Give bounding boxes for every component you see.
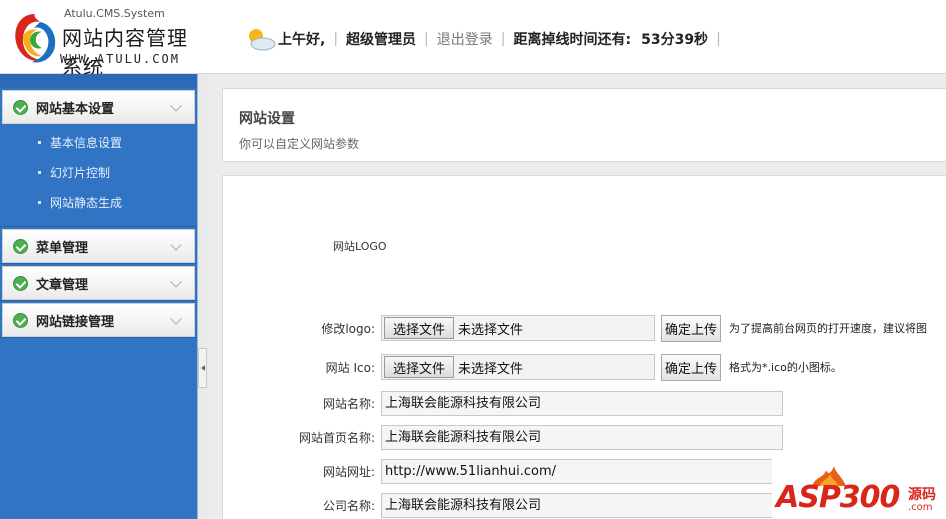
divider: | (424, 31, 429, 47)
logo-file-input[interactable]: 选择文件 未选择文件 (381, 315, 655, 341)
sidebar: 网站基本设置 基本信息设置 幻灯片控制 网站静态生成 菜单管理 文章管理 网站链… (0, 74, 198, 519)
check-circle-icon (13, 99, 28, 115)
page-title: 网站设置 (239, 111, 295, 127)
logo-system-text: Atulu.CMS.System (64, 7, 165, 20)
logo-swirl-icon (15, 14, 56, 63)
menu-head-label: 菜单管理 (36, 240, 89, 256)
menu-head-links[interactable]: 网站链接管理 (2, 303, 195, 337)
upload-ico-button[interactable]: 确定上传 (661, 353, 722, 381)
field-label: 网站网址: (322, 464, 375, 479)
form-row-site-name: 网站名称: 上海联会能源科技有限公司 (223, 389, 783, 417)
menu-group-articles: 文章管理 (0, 266, 197, 301)
welcome-bar: 上午好, | 超级管理员 | 退出登录 | 距离掉线时间还有: 53分39秒 | (244, 24, 729, 54)
field-label: 网站首页名称: (298, 430, 375, 445)
submenu-list: 基本信息设置 幻灯片控制 网站静态生成 (0, 124, 197, 226)
sidebar-top (0, 74, 197, 88)
header: Atulu.CMS.System 网站内容管理系统 WWW.ATULU.COM … (0, 0, 946, 79)
divider: | (500, 31, 506, 47)
check-circle-icon (13, 312, 28, 328)
submenu-item-static-gen[interactable]: 网站静态生成 (0, 188, 197, 218)
form-row-company: 公司名称: 上海联会能源科技有限公司 (223, 491, 783, 519)
form-row-edit-logo: 修改logo: 选择文件 未选择文件 确定上传 为了提高前台网页的打开速度，建议… (223, 314, 927, 342)
file-status: 未选择文件 (458, 322, 524, 338)
ico-file-input[interactable]: 选择文件 未选择文件 (381, 354, 655, 380)
field-label: 网站 Ico: (325, 360, 375, 375)
page-description: 你可以自定义网站参数 (239, 137, 360, 151)
site-url-input[interactable]: http://www.51lianhui.com/ (381, 458, 783, 484)
submenu-item-label: 网站静态生成 (50, 196, 123, 210)
choose-file-button[interactable]: 选择文件 (384, 317, 455, 339)
divider: | (716, 31, 721, 47)
form-row-ico: 网站 Ico: 选择文件 未选择文件 确定上传 格式为*.ico的小图标。 (223, 353, 842, 381)
field-label: 网站名称: (322, 396, 375, 411)
session-remaining-label: 距离掉线时间还有: (513, 32, 632, 48)
menu-head-site-settings[interactable]: 网站基本设置 (2, 90, 195, 124)
main-content: 网站设置 你可以自定义网站参数 网站LOGO 修改logo: 选择文件 未选择文… (208, 74, 946, 519)
submenu-item-label: 基本信息设置 (50, 136, 123, 150)
form-row-home-name: 网站首页名称: 上海联会能源科技有限公司 (223, 423, 783, 451)
field-label: 修改logo: (321, 321, 375, 336)
session-remaining-value: 53分39秒 (641, 32, 709, 48)
menu-head-label: 网站链接管理 (36, 314, 115, 330)
watermark-logo: ASP300 源码 .com (772, 458, 946, 519)
weather-sun-icon (249, 29, 276, 51)
upload-logo-button[interactable]: 确定上传 (661, 314, 722, 342)
chevron-down-icon (170, 313, 182, 325)
menu-head-label: 网站基本设置 (36, 101, 115, 117)
page-header: 网站设置 你可以自定义网站参数 (222, 88, 946, 162)
greeting-text: 上午好, (278, 32, 326, 48)
logout-link[interactable]: 退出登录 (437, 29, 493, 49)
menu-head-label: 文章管理 (36, 277, 89, 293)
logo-name: 网站内容管理系统 (62, 26, 188, 79)
submenu-item-basic-info[interactable]: 基本信息设置 (0, 128, 197, 158)
site-name-input[interactable]: 上海联会能源科技有限公司 (381, 390, 783, 416)
chevron-left-icon (200, 365, 205, 371)
sidebar-collapse-handle[interactable] (198, 348, 207, 388)
logo-preview-label: 网站LOGO (333, 240, 387, 253)
form-row-site-url: 网站网址: http://www.51lianhui.com/ (223, 457, 783, 485)
divider: | (333, 31, 339, 47)
chevron-down-icon (170, 100, 182, 112)
check-circle-icon (13, 275, 28, 291)
submenu-item-label: 幻灯片控制 (50, 166, 111, 180)
user-name: 超级管理员 (346, 32, 417, 48)
menu-group-menu: 菜单管理 (0, 229, 197, 264)
watermark-text: ASP300 (776, 480, 900, 515)
logo-url: WWW.ATULU.COM (60, 52, 180, 66)
check-circle-icon (13, 238, 28, 254)
company-name-input[interactable]: 上海联会能源科技有限公司 (381, 492, 783, 518)
menu-group-links: 网站链接管理 (0, 303, 197, 338)
menu-head-menu[interactable]: 菜单管理 (2, 229, 195, 263)
chevron-down-icon (170, 276, 182, 288)
chevron-down-icon (170, 239, 182, 251)
watermark-cn: 源码 (908, 487, 936, 503)
logo-hint: 为了提高前台网页的打开速度，建议将图 (729, 322, 928, 335)
file-status: 未选择文件 (458, 361, 524, 377)
submenu-item-slides[interactable]: 幻灯片控制 (0, 158, 197, 188)
watermark-domain: .com (908, 502, 933, 513)
menu-head-articles[interactable]: 文章管理 (2, 266, 195, 300)
logo: Atulu.CMS.System 网站内容管理系统 WWW.ATULU.COM (10, 4, 200, 79)
field-label: 公司名称: (322, 498, 375, 513)
ico-hint: 格式为*.ico的小图标。 (729, 361, 842, 374)
menu-group-site-settings: 网站基本设置 基本信息设置 幻灯片控制 网站静态生成 (0, 90, 197, 227)
choose-file-button[interactable]: 选择文件 (384, 356, 455, 378)
home-name-input[interactable]: 上海联会能源科技有限公司 (381, 424, 783, 450)
